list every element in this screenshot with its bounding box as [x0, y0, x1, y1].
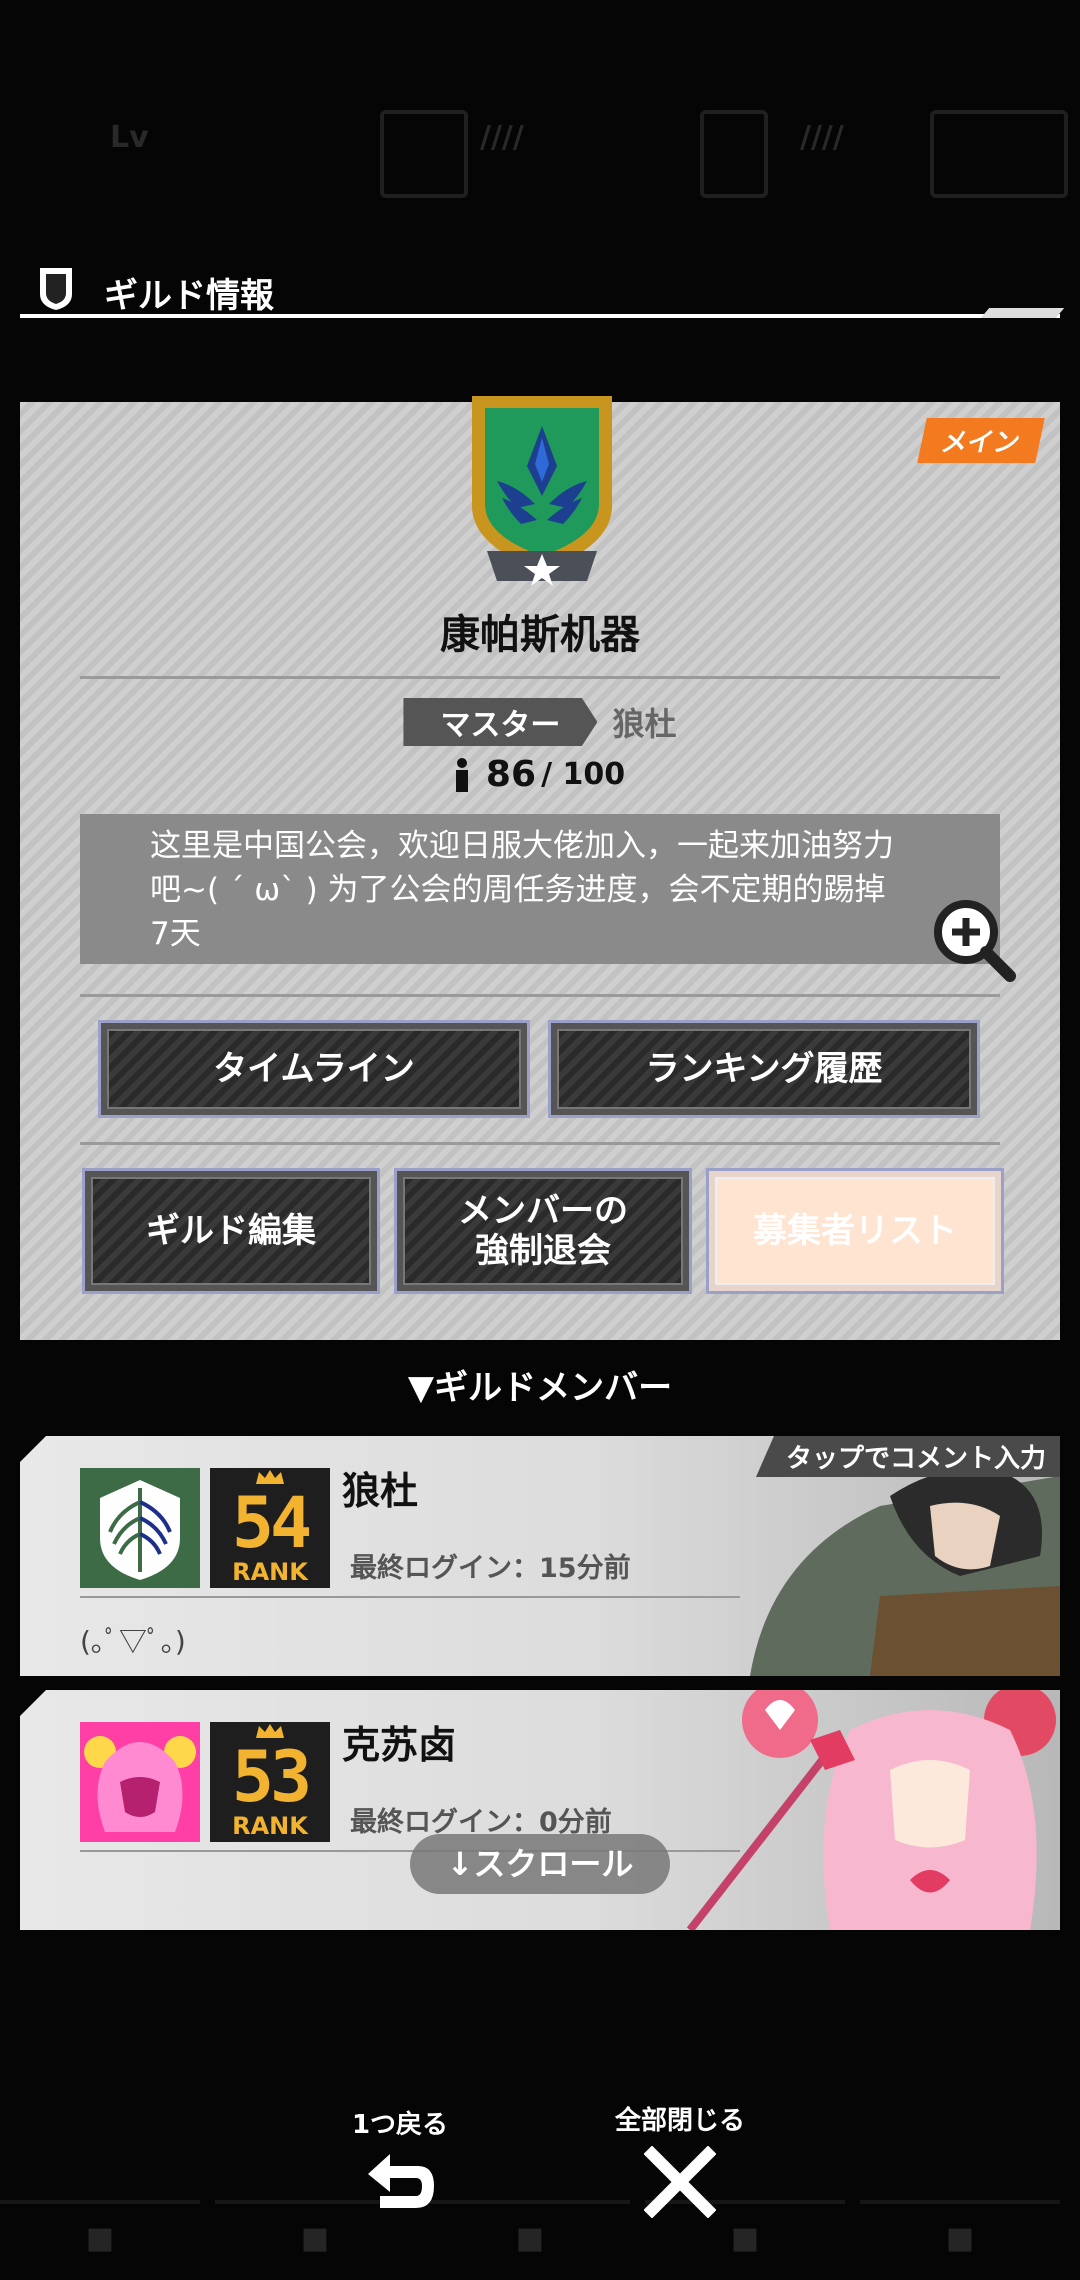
timeline-button[interactable]: タイムライン	[98, 1020, 530, 1118]
shield-icon	[40, 268, 72, 310]
pink-hair-icon	[80, 1722, 200, 1842]
divider	[80, 1142, 1000, 1145]
header-divider-accent	[980, 308, 1065, 318]
recruit-list-button[interactable]: 募集者リスト	[706, 1168, 1004, 1294]
close-icon[interactable]	[644, 2146, 716, 2218]
back-label: 1つ戻る	[351, 2110, 449, 2140]
member-name: 狼杜	[342, 1469, 419, 1513]
rank-value: 54	[231, 1482, 312, 1564]
guild-edit-button-label: ギルド編集	[91, 1177, 371, 1285]
page-title: ギルド情報	[104, 276, 274, 316]
member-count: 86 / 100	[20, 754, 1060, 795]
member-name: 克苏卤	[342, 1723, 457, 1767]
ranking-history-button-label: ランキング履歴	[557, 1029, 971, 1109]
rank-value: 53	[231, 1736, 312, 1818]
member-max-value: / 100	[541, 757, 626, 792]
rank-label: RANK	[232, 1812, 308, 1840]
member-count-value: 86	[485, 754, 537, 795]
recruit-list-button-label: 募集者リスト	[715, 1177, 995, 1285]
tap-comment-hint: タップでコメント入力	[755, 1436, 1060, 1477]
force-leave-button[interactable]: メンバーの 強制退会	[394, 1168, 692, 1294]
divider	[80, 1596, 740, 1598]
rank-badge: 54 RANK	[210, 1468, 330, 1588]
background-nav: ■ ■ ■ ■ ■	[0, 2080, 1080, 2280]
member-card-1[interactable]: タップでコメント入力 54 RANK 狼杜 最終ログイン：15分前 (｡ﾟ▽ﾟ｡…	[20, 1436, 1060, 1676]
divider	[80, 994, 1000, 997]
force-leave-label-line2: 強制退会	[475, 1231, 611, 1271]
main-guild-tag: メイン	[917, 418, 1045, 463]
guild-members-heading: ▼ギルドメンバー	[407, 1368, 673, 1408]
guild-emblem	[472, 396, 612, 586]
force-leave-label-line1: メンバーの	[458, 1191, 628, 1231]
guild-info-panel: メイン 康帕斯机器 マスター 狼杜 86 / 100 这里是中国公会，欢迎日服大…	[20, 396, 1060, 1340]
member-comment: (｡ﾟ▽ﾟ｡)	[80, 1625, 186, 1658]
background-hud: Lv //// ////	[0, 80, 1080, 220]
master-label: マスター	[403, 698, 598, 746]
scroll-hint[interactable]: ↓スクロール	[410, 1834, 670, 1894]
modal-header: ギルド情報	[20, 262, 1060, 322]
timeline-button-label: タイムライン	[107, 1029, 521, 1109]
master-name: 狼杜	[612, 705, 677, 743]
last-login: 最終ログイン：15分前	[350, 1553, 631, 1584]
zoom-in-icon[interactable]	[930, 896, 1016, 982]
back-arrow-icon[interactable]	[360, 2146, 440, 2218]
guild-edit-button[interactable]: ギルド編集	[82, 1168, 380, 1294]
person-icon	[455, 757, 468, 792]
rank-badge: 53 RANK	[210, 1722, 330, 1842]
header-divider	[20, 314, 1060, 318]
rank-label: RANK	[232, 1558, 308, 1586]
divider	[80, 676, 1000, 679]
character-art	[686, 1690, 1056, 1930]
close-all-label: 全部閉じる	[614, 2106, 745, 2136]
scout-regiment-icon	[80, 1468, 200, 1588]
guild-name: 康帕斯机器	[440, 612, 640, 658]
guild-description: 这里是中国公会，欢迎日服大佬加入，一起来加油努力吧~( ´ ω` ) 为了公会的…	[80, 814, 1000, 964]
member-card-2[interactable]: 53 RANK 克苏卤 最終ログイン：0分前	[20, 1690, 1060, 1930]
guild-master-row: マスター 狼杜	[20, 698, 1060, 746]
ranking-history-button[interactable]: ランキング履歴	[548, 1020, 980, 1118]
